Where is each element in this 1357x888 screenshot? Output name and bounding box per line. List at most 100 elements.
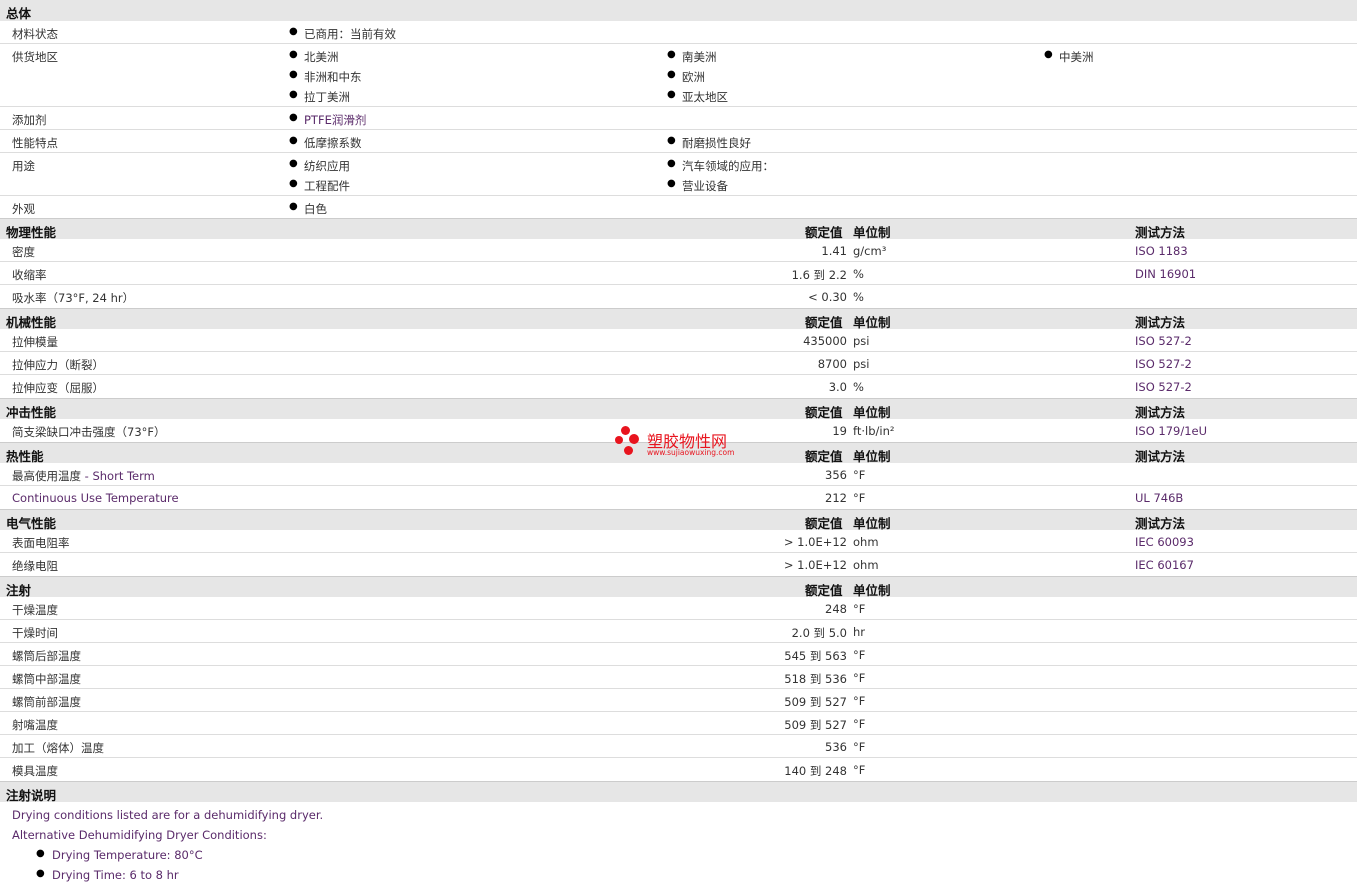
row-value: 356 — [825, 468, 847, 482]
row-unit: °F — [853, 491, 866, 505]
row-label: 拉伸模量 — [12, 335, 58, 349]
row-label: 密度 — [12, 245, 35, 259]
table-row: 表面电阻率 > 1.0E+12 ohm IEC 60093 — [0, 530, 1357, 553]
notes-bullet: Drying Temperature: 80°C — [36, 848, 203, 862]
table-row: Continuous Use Temperature 212 °F UL 746… — [0, 486, 1357, 509]
row-label-suffix[interactable]: - Short Term — [81, 469, 155, 483]
row-method[interactable]: UL 746B — [1135, 491, 1183, 505]
row-unit: g/cm³ — [853, 244, 887, 258]
row-unit: ohm — [853, 558, 879, 572]
row-value: 536 — [825, 740, 847, 754]
row-method[interactable]: DIN 16901 — [1135, 267, 1196, 281]
row-unit: % — [853, 267, 864, 281]
table-row: 吸水率（73°F, 24 hr） < 0.30 % — [0, 285, 1357, 308]
row-method[interactable]: ISO 527-2 — [1135, 334, 1192, 348]
row-label: 供货地区 — [12, 50, 58, 64]
section-mechanical: 机械性能 额定值 单位制 测试方法 — [0, 308, 1357, 330]
row-unit: °F — [853, 694, 866, 708]
table-row: 收缩率 1.6 到 2.2 % DIN 16901 — [0, 262, 1357, 285]
table-row: 螺筒后部温度 545 到 563 °F — [0, 643, 1357, 666]
table-row: 射嘴温度 509 到 527 °F — [0, 712, 1357, 735]
row-value: 509 到 527 — [784, 718, 847, 732]
notes-line: Alternative Dehumidifying Dryer Conditio… — [12, 828, 267, 842]
row-label: 螺筒中部温度 — [12, 672, 81, 686]
table-row: 拉伸应变（屈服） 3.0 % ISO 527-2 — [0, 375, 1357, 398]
table-row: 密度 1.41 g/cm³ ISO 1183 — [0, 239, 1357, 262]
row-unit: °F — [853, 717, 866, 731]
row-value: > 1.0E+12 — [783, 535, 847, 549]
row-value: 1.6 到 2.2 — [791, 268, 847, 282]
row-method[interactable]: IEC 60093 — [1135, 535, 1194, 549]
row-unit: % — [853, 290, 864, 304]
bullet-item[interactable]: PTFE润滑剂 — [289, 112, 366, 128]
logo-dot — [615, 436, 623, 444]
row-label: 螺筒前部温度 — [12, 695, 81, 709]
bullet-item: 拉丁美洲 — [289, 89, 350, 105]
section-general: 总体 — [0, 0, 1357, 21]
bullet-item: 北美洲 — [289, 49, 338, 65]
row-unit: hr — [853, 625, 866, 639]
row-label: 简支梁缺口冲击强度（73°F） — [12, 425, 166, 439]
row-value: 3.0 — [828, 380, 847, 394]
row-value: 140 到 248 — [784, 764, 847, 778]
row-additives: 添加剂 PTFE润滑剂 — [0, 107, 1357, 130]
table-row: 螺筒中部温度 518 到 536 °F — [0, 666, 1357, 689]
table-row: 拉伸应力（断裂） 8700 psi ISO 527-2 — [0, 352, 1357, 375]
row-unit: ft·lb/in² — [853, 424, 895, 438]
row-value: 1.41 — [821, 244, 847, 258]
row-value: 212 — [825, 491, 847, 505]
row-value: 2.0 到 5.0 — [791, 626, 847, 640]
row-label: 性能特点 — [12, 136, 58, 150]
bullet-item: 耐磨损性良好 — [667, 135, 751, 151]
row-label: 外观 — [12, 202, 35, 216]
logo-dot — [621, 426, 630, 435]
table-row: 螺筒前部温度 509 到 527 °F — [0, 689, 1357, 712]
row-unit: ohm — [853, 535, 879, 549]
row-method[interactable]: ISO 179/1eU — [1135, 424, 1207, 438]
row-material-status: 材料状态 已商用：当前有效 — [0, 21, 1357, 44]
bullet-item: 营业设备 — [667, 178, 728, 194]
logo-dot — [629, 434, 639, 444]
bullet-item: 亚太地区 — [667, 89, 728, 105]
bullet-item: 低摩擦系数 — [289, 135, 361, 151]
row-label: 拉伸应变（屈服） — [12, 381, 104, 395]
row-label: 拉伸应力（断裂） — [12, 358, 104, 372]
watermark-url: www.sujiaowuxing.com — [647, 448, 735, 457]
table-row: 模具温度 140 到 248 °F — [0, 758, 1357, 781]
bullet-item: 汽车领域的应用： — [667, 158, 774, 174]
row-label: 干燥温度 — [12, 603, 58, 617]
row-value: 518 到 536 — [784, 672, 847, 686]
table-row: 加工（熔体）温度 536 °F — [0, 735, 1357, 758]
row-label: 绝缘电阻 — [12, 559, 58, 573]
watermark-logo: 塑胶物性网 www.sujiaowuxing.com — [615, 424, 745, 460]
row-label: 射嘴温度 — [12, 718, 58, 732]
section-injection: 注射 额定值 单位制 — [0, 576, 1357, 598]
row-method[interactable]: ISO 1183 — [1135, 244, 1188, 258]
section-physical: 物理性能 额定值 单位制 测试方法 — [0, 218, 1357, 240]
row-unit: °F — [853, 740, 866, 754]
row-label[interactable]: Continuous Use Temperature — [12, 491, 179, 505]
table-row: 绝缘电阻 > 1.0E+12 ohm IEC 60167 — [0, 553, 1357, 576]
row-method[interactable]: ISO 527-2 — [1135, 380, 1192, 394]
row-label: 干燥时间 — [12, 626, 58, 640]
bullet-item: 工程配件 — [289, 178, 350, 194]
row-method[interactable]: ISO 527-2 — [1135, 357, 1192, 371]
notes-line: Drying conditions listed are for a dehum… — [12, 808, 324, 822]
bullet-item: 南美洲 — [667, 49, 716, 65]
bullet-item: 欧洲 — [667, 69, 705, 85]
table-row: 干燥温度 248 °F — [0, 597, 1357, 620]
row-value: 248 — [825, 602, 847, 616]
row-unit: °F — [853, 763, 866, 777]
row-unit: psi — [853, 357, 870, 371]
row-label: 最高使用温度 - Short Term — [12, 468, 155, 484]
row-unit: °F — [853, 671, 866, 685]
row-unit: °F — [853, 648, 866, 662]
row-value: 8700 — [817, 357, 847, 371]
bullet-item: 非洲和中东 — [289, 69, 361, 85]
row-method[interactable]: IEC 60167 — [1135, 558, 1194, 572]
row-value: > 1.0E+12 — [783, 558, 847, 572]
section-notes: 注射说明 — [0, 781, 1357, 803]
row-label: 模具温度 — [12, 764, 58, 778]
row-features: 性能特点 低摩擦系数 耐磨损性良好 — [0, 130, 1357, 153]
section-impact: 冲击性能 额定值 单位制 测试方法 — [0, 398, 1357, 420]
